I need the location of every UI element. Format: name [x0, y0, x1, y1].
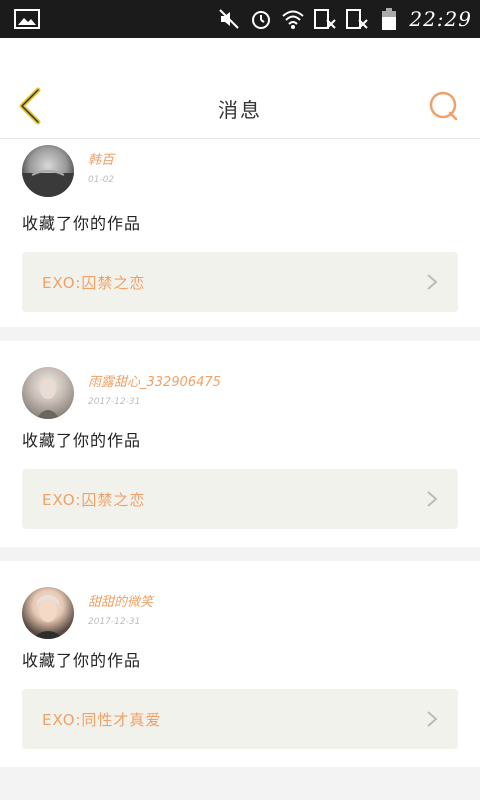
work-title: EXO:同性才真爱: [42, 710, 162, 729]
user-row[interactable]: 甜甜的微笑 2017-12-31: [22, 561, 458, 639]
sim2-no-signal-icon: [345, 7, 369, 31]
action-text: 收藏了你的作品: [22, 651, 142, 670]
clock: 22:29: [409, 7, 472, 31]
chevron-right-icon: [427, 491, 438, 507]
message-card: 雨露甜心_332906475 2017-12-31 收藏了你的作品 EXO:囚禁…: [0, 341, 480, 547]
sim1-no-signal-icon: [313, 7, 337, 31]
battery-icon: [377, 7, 401, 31]
page-title: 消息: [218, 98, 262, 122]
message-date: 2017-12-31: [88, 397, 141, 407]
message-date: 01-02: [88, 175, 115, 185]
user-row[interactable]: 韩百 01-02: [22, 139, 458, 199]
username[interactable]: 雨露甜心_332906475: [88, 371, 221, 390]
status-bar: 22:29: [0, 0, 480, 38]
username[interactable]: 甜甜的微笑: [88, 591, 153, 610]
username[interactable]: 韩百: [88, 149, 114, 168]
message-card: 甜甜的微笑 2017-12-31 收藏了你的作品 EXO:同性才真爱: [0, 561, 480, 767]
message-list: 韩百 01-02 收藏了你的作品 EXO:囚禁之恋 雨露甜心_332906475…: [0, 139, 480, 767]
user-row[interactable]: 雨露甜心_332906475 2017-12-31: [22, 341, 458, 419]
message-card: 韩百 01-02 收藏了你的作品 EXO:囚禁之恋: [0, 139, 480, 327]
mute-icon: [217, 7, 241, 31]
avatar[interactable]: [22, 145, 74, 197]
action-text: 收藏了你的作品: [22, 431, 142, 450]
avatar[interactable]: [22, 367, 74, 419]
work-title: EXO:囚禁之恋: [42, 490, 146, 509]
work-link[interactable]: EXO:囚禁之恋: [22, 252, 458, 312]
message-date: 2017-12-31: [88, 617, 141, 627]
action-text: 收藏了你的作品: [22, 214, 142, 233]
work-link[interactable]: EXO:同性才真爱: [22, 689, 458, 749]
chevron-right-icon: [427, 711, 438, 727]
gallery-icon: [14, 9, 40, 29]
work-link[interactable]: EXO:囚禁之恋: [22, 469, 458, 529]
avatar[interactable]: [22, 587, 74, 639]
alarm-icon: [249, 7, 273, 31]
app-header: 消息: [0, 38, 480, 139]
wifi-icon: [281, 7, 305, 31]
work-title: EXO:囚禁之恋: [42, 273, 146, 292]
search-icon[interactable]: [428, 90, 460, 122]
chevron-right-icon: [427, 274, 438, 290]
